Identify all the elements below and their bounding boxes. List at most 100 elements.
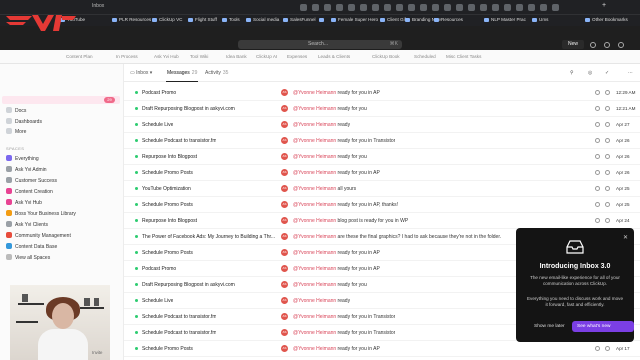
task-name[interactable]: Schedule Promo Posts [142,346,193,352]
view-tab[interactable]: Scheduled [414,54,436,59]
bookmark-item[interactable]: Flight Stuff [188,17,217,22]
clear-icon[interactable] [605,218,610,223]
sidebar-space-item[interactable]: Boss Your Business Library [6,210,76,217]
message-row[interactable]: Schedule Live AS @Yvonne Heimann ready Apr … [124,117,640,133]
new-button[interactable]: New [562,40,584,49]
search-input[interactable]: Search... ⌘K [238,40,402,49]
clear-icon[interactable] [605,154,610,159]
sidebar-item-dashboards[interactable]: Dashboards [6,118,42,125]
reminder-icon[interactable] [595,122,600,127]
view-tab[interactable]: Content Plan [66,54,93,59]
message-row[interactable]: Schedule Promo Posts AS @Yvonne Heimann re… [124,165,640,181]
view-tab[interactable]: ClickUp Book [372,54,400,59]
clear-icon[interactable] [605,170,610,175]
task-name[interactable]: Schedule Live [142,122,173,128]
reminder-icon[interactable] [595,218,600,223]
bookmark-item[interactable]: NLP Master Prac [484,17,526,22]
sidebar-space-item[interactable]: View all Spaces [6,254,50,261]
message-row[interactable]: Repurpose Into Blogpost AS @Yvonne Heimann… [124,149,640,165]
task-name[interactable]: Podcast Promo [142,266,176,272]
task-name[interactable]: Schedule Promo Posts [142,202,193,208]
show-me-later-button[interactable]: Show me later [534,324,565,329]
see-whats-new-button[interactable]: See what's new [572,321,634,332]
clear-icon[interactable] [605,186,610,191]
browser-tabs[interactable] [300,4,590,11]
sidebar-space-item[interactable]: Customer Success [6,177,57,184]
bookmark-item[interactable]: Tools [222,17,240,22]
task-name[interactable]: Repurpose Into Blogpost [142,218,197,224]
clear-icon[interactable] [605,90,610,95]
more-options-icon[interactable]: ⋯ [628,70,633,76]
sidebar-space-item[interactable]: Content Data Base [6,243,57,250]
notifications-icon[interactable] [590,42,596,48]
task-name[interactable]: Schedule Podcast to transistor.fm [142,138,216,144]
clear-icon[interactable] [605,138,610,143]
clear-icon[interactable] [605,202,610,207]
sidebar-space-item[interactable]: Community Management [6,232,71,239]
close-icon[interactable]: ✕ [623,234,628,241]
sidebar-space-item[interactable]: Ask Yvi Admin [6,166,47,173]
new-tab-icon[interactable]: + [602,2,606,9]
message-row[interactable]: YouTube Optimization AS @Yvonne Heimann al… [124,181,640,197]
bookmark-item[interactable]: ClickUp VC [152,17,182,22]
sidebar-space-item[interactable]: Ask Yvi Clients [6,221,48,228]
sidebar-space-item[interactable]: Everything [6,155,39,162]
task-name[interactable]: Schedule Podcast to transistor.fm [142,330,216,336]
reminder-icon[interactable] [595,186,600,191]
task-name[interactable]: Schedule Live [142,298,173,304]
task-name[interactable]: The Power of Facebook Ads: My Journey to… [142,234,275,240]
message-row[interactable]: Schedule Promo Posts AS @Yvonne Heimann re… [124,341,640,357]
reminder-icon[interactable] [595,170,600,175]
bookmark-item[interactable]: PLR Resources [112,17,151,22]
task-name[interactable]: YouTube Optimization [142,186,191,192]
clear-icon[interactable] [605,346,610,351]
view-tab[interactable]: Misc Client Tasks [446,54,481,59]
inbox-dropdown[interactable]: ▭ Inbox ▾ [130,70,152,76]
sidebar-space-item[interactable]: Content Creation [6,188,53,195]
browser-tab-title[interactable]: Inbox [92,3,104,9]
message-row[interactable]: Podcast Promo AS @Yvonne Heimann ready for… [124,85,640,101]
reminder-icon[interactable] [595,106,600,111]
apps-icon[interactable] [604,42,610,48]
clear-icon[interactable] [605,106,610,111]
message-row[interactable]: Schedule Podcast to transistor.fm AS @Yvon… [124,133,640,149]
sidebar-item-more[interactable]: More [6,128,26,135]
bookmark-item[interactable]: Female Super Hero [331,17,378,22]
task-name[interactable]: Repurpose Into Blogpost [142,154,197,160]
bookmark-item[interactable]: Resources [434,17,463,22]
view-tab[interactable]: Tool Wiki [190,54,208,59]
message-row[interactable]: Repurpose Into Blogpost AS @Yvonne Heimann… [124,213,640,229]
tab-messages[interactable]: Messages 29 [167,70,197,76]
reminder-icon[interactable] [595,154,600,159]
bookmark-item[interactable]: Other Bookmarks [585,17,628,22]
sidebar-item-docs[interactable]: Docs [6,107,26,114]
sidebar-item-inbox[interactable] [2,96,120,104]
reminder-icon[interactable] [595,90,600,95]
bookmark-item[interactable]: Ums [532,17,548,22]
view-tab[interactable]: Leads & Clients [318,54,350,59]
task-name[interactable]: Podcast Promo [142,90,176,96]
task-name[interactable]: Draft Repurposing Blogpost in askyvi.com [142,282,235,288]
reminder-icon[interactable] [595,202,600,207]
view-tab[interactable]: Idea Bank [226,54,247,59]
reminder-icon[interactable] [595,346,600,351]
clear-icon[interactable] [605,122,610,127]
bookmark-item[interactable]: Social media [246,17,279,22]
reminder-icon[interactable] [595,138,600,143]
filter-icon[interactable]: ⚲ [570,70,574,76]
view-tab[interactable]: In Process [116,54,138,59]
view-tab[interactable]: ClickUp AI [256,54,277,59]
sidebar-space-item[interactable]: Ask Yvi Hub [6,199,42,206]
task-name[interactable]: Schedule Podcast to transistor.fm [142,314,216,320]
message-row[interactable]: Draft Repurposing Blogpost in askyvi.com… [124,101,640,117]
user-avatar-icon[interactable] [618,42,624,48]
view-tab[interactable]: Expenses [287,54,307,59]
task-name[interactable]: Schedule Promo Posts [142,250,193,256]
invite-button[interactable]: Invite [92,350,103,355]
view-tab[interactable]: Ask Yvi Hub [154,54,179,59]
mark-all-read-icon[interactable]: ✓ [605,70,609,76]
settings-icon[interactable]: ◎ [588,70,592,76]
task-name[interactable]: Schedule Promo Posts [142,170,193,176]
message-row[interactable]: Schedule Promo Posts AS @Yvonne Heimann re… [124,197,640,213]
bookmark-item[interactable]: SalesFunnel [283,17,316,22]
